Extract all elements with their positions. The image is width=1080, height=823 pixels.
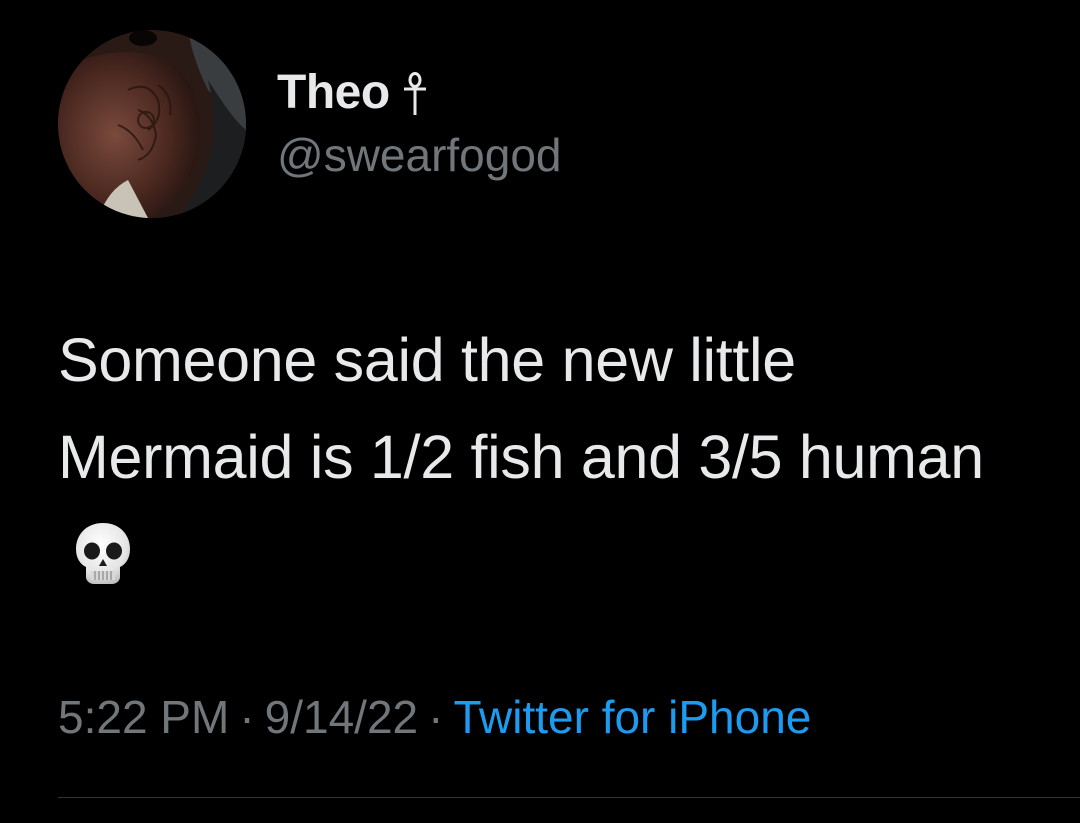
tweet-detail: Theo @swearfogod Someone said the new li…	[0, 0, 1080, 823]
profile-photo-icon	[58, 30, 246, 218]
avatar[interactable]	[58, 30, 246, 218]
tweet-source-link[interactable]: Twitter for iPhone	[453, 691, 811, 743]
ankh-icon	[402, 72, 428, 116]
tweet-meta: 5:22 PM · 9/14/22 · Twitter for iPhone	[58, 690, 811, 744]
tweet-text: Someone said the new little Mermaid is 1…	[58, 326, 984, 491]
meta-separator: ·	[428, 691, 444, 743]
author-name-row[interactable]: Theo	[277, 62, 428, 122]
tweet-body: Someone said the new little Mermaid is 1…	[58, 312, 1038, 603]
tweet-time[interactable]: 5:22 PM	[58, 691, 229, 743]
skull-emoji-icon	[72, 518, 134, 584]
meta-separator: ·	[239, 691, 255, 743]
author-display-name[interactable]: Theo	[277, 65, 390, 120]
author-handle[interactable]: @swearfogod	[277, 128, 562, 182]
divider	[58, 797, 1080, 798]
tweet-date[interactable]: 9/14/22	[265, 691, 418, 743]
